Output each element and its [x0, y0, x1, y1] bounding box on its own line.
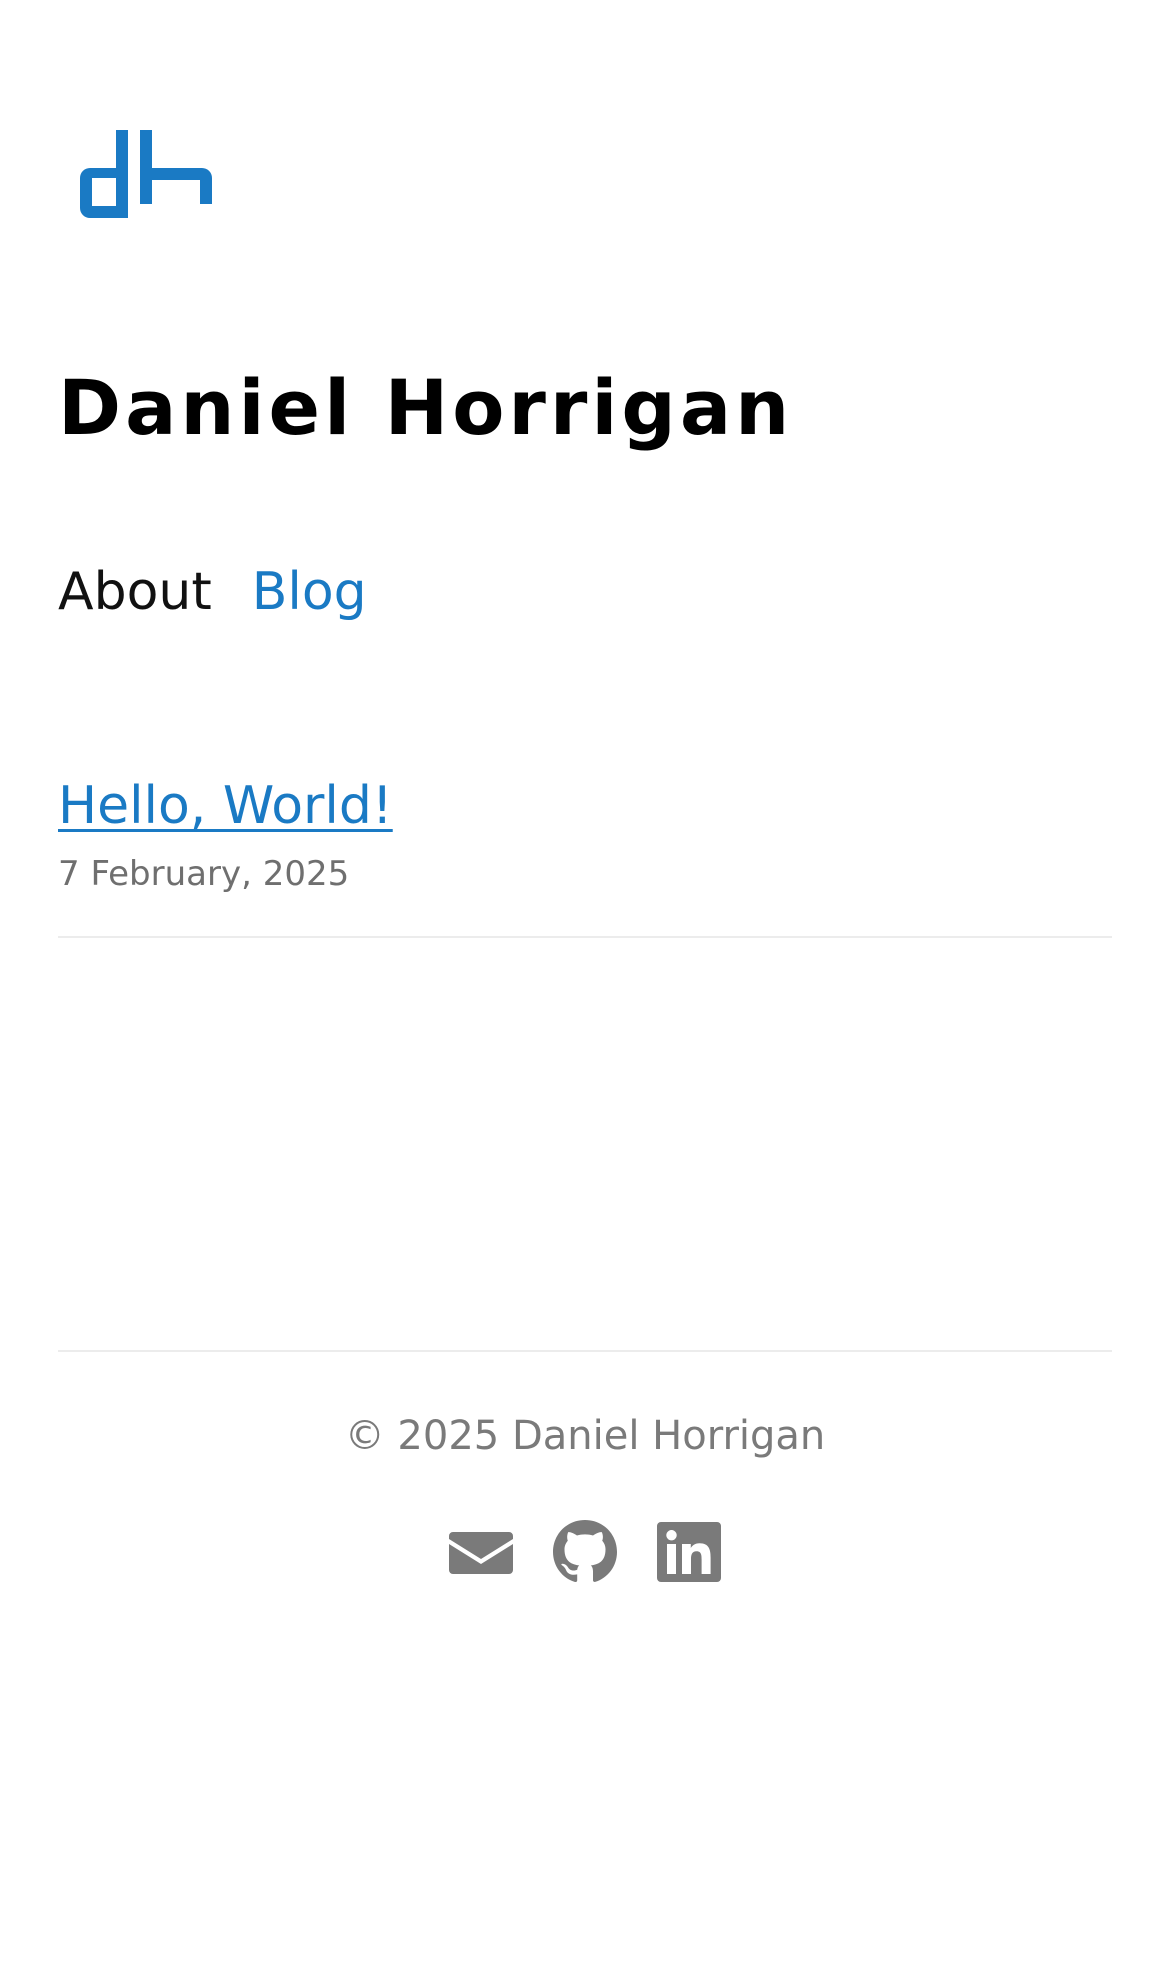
- nav-link-about[interactable]: About: [58, 556, 212, 628]
- nav-link-blog[interactable]: Blog: [252, 556, 367, 628]
- github-link[interactable]: [551, 1518, 619, 1586]
- envelope-icon: [449, 1532, 513, 1574]
- post-divider: [58, 936, 1112, 938]
- post-list-item: Hello, World! 7 February, 2025: [58, 770, 1112, 896]
- main-nav: About Blog: [58, 556, 367, 628]
- linkedin-icon: [657, 1522, 721, 1582]
- page: Daniel Horrigan About Blog Hello, World!…: [0, 0, 1170, 1984]
- dh-logo-icon: [80, 130, 212, 218]
- footer-divider: [58, 1350, 1112, 1352]
- linkedin-link[interactable]: [655, 1518, 723, 1586]
- email-link[interactable]: [447, 1518, 515, 1586]
- post-title-link[interactable]: Hello, World!: [58, 770, 393, 842]
- site-logo[interactable]: [80, 130, 216, 220]
- post-date: 7 February, 2025: [58, 854, 350, 894]
- copyright-text: © 2025 Daniel Horrigan: [344, 1413, 826, 1459]
- site-title[interactable]: Daniel Horrigan: [58, 358, 793, 458]
- social-links: [0, 1518, 1170, 1586]
- github-icon: [553, 1520, 617, 1583]
